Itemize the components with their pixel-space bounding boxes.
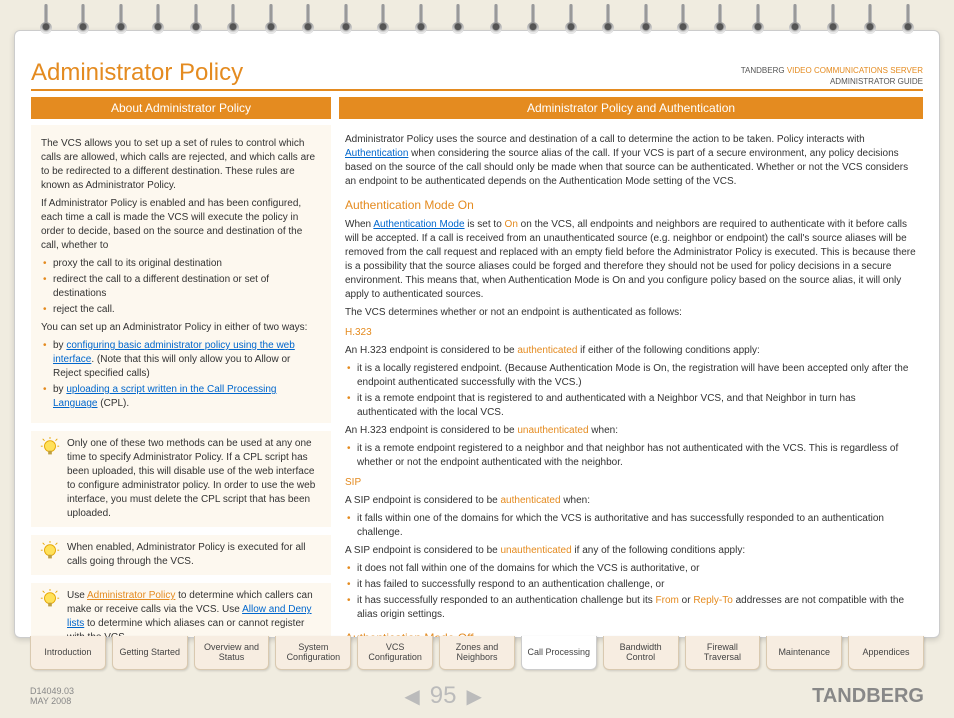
- spiral-binding: [40, 4, 914, 44]
- brand-logo: TANDBERG: [812, 685, 924, 708]
- nav-tabs: IntroductionGetting StartedOverview and …: [30, 636, 924, 670]
- doc-date: MAY 2008: [30, 696, 74, 706]
- tab-system-configuration[interactable]: System Configuration: [275, 636, 351, 670]
- tab-maintenance[interactable]: Maintenance: [766, 636, 842, 670]
- upload-cpl-link[interactable]: uploading a script written in the Call P…: [53, 384, 276, 409]
- lightbulb-icon: [39, 541, 61, 563]
- document-id: TANDBERG VIDEO COMMUNICATIONS SERVER ADM…: [741, 66, 923, 87]
- list-item: by uploading a script written in the Cal…: [53, 383, 321, 411]
- page-footer: D14049.03 MAY 2008 ◀ 95 ▶ TANDBERG: [30, 682, 924, 710]
- auth-mode-on-heading: Authentication Mode On: [345, 197, 917, 214]
- list-item: redirect the call to a different destina…: [53, 273, 321, 301]
- list-item: it is a locally registered endpoint. (Be…: [357, 362, 917, 390]
- list-item: it falls within one of the domains for w…: [357, 512, 917, 540]
- lightbulb-icon: [39, 437, 61, 459]
- list-item: it has failed to successfully respond to…: [357, 578, 917, 592]
- tab-appendices[interactable]: Appendices: [848, 636, 924, 670]
- tip-box: When enabled, Administrator Policy is ex…: [31, 535, 331, 575]
- tab-getting-started[interactable]: Getting Started: [112, 636, 188, 670]
- doc-number: D14049.03: [30, 686, 74, 696]
- list-item: it does not fall within one of the domai…: [357, 562, 917, 576]
- list-item: it is a remote endpoint registered to a …: [357, 442, 917, 470]
- list-item: it is a remote endpoint that is register…: [357, 392, 917, 420]
- left-section-heading: About Administrator Policy: [31, 97, 331, 119]
- tab-overview-and-status[interactable]: Overview and Status: [194, 636, 270, 670]
- list-item: proxy the call to its original destinati…: [53, 257, 321, 271]
- tab-zones-and-neighbors[interactable]: Zones and Neighbors: [439, 636, 515, 670]
- right-body: Administrator Policy uses the source and…: [339, 125, 923, 638]
- prev-page-arrow[interactable]: ◀: [404, 684, 419, 709]
- authentication-link[interactable]: Authentication: [345, 148, 408, 159]
- auth-mode-link[interactable]: Authentication Mode: [373, 219, 464, 230]
- lightbulb-icon: [39, 589, 61, 611]
- page-title: Administrator Policy: [31, 59, 243, 87]
- tip-box: Use Administrator Policy to determine wh…: [31, 583, 331, 638]
- page-content: Administrator Policy TANDBERG VIDEO COMM…: [14, 30, 940, 638]
- left-body: The VCS allows you to set up a set of ru…: [31, 125, 331, 423]
- right-section-heading: Administrator Policy and Authentication: [339, 97, 923, 119]
- h323-heading: H.323: [345, 326, 917, 340]
- tab-introduction[interactable]: Introduction: [30, 636, 106, 670]
- tab-bandwidth-control[interactable]: Bandwidth Control: [603, 636, 679, 670]
- list-item: by configuring basic administrator polic…: [53, 339, 321, 381]
- next-page-arrow[interactable]: ▶: [466, 684, 481, 709]
- list-item: it has successfully responded to an auth…: [357, 594, 917, 622]
- admin-policy-link[interactable]: Administrator Policy: [87, 590, 175, 601]
- tip-box: Only one of these two methods can be use…: [31, 431, 331, 527]
- page-number: 95: [430, 682, 457, 710]
- sip-heading: SIP: [345, 476, 917, 490]
- tab-vcs-configuration[interactable]: VCS Configuration: [357, 636, 433, 670]
- tab-firewall-traversal[interactable]: Firewall Traversal: [685, 636, 761, 670]
- list-item: reject the call.: [53, 303, 321, 317]
- tab-call-processing[interactable]: Call Processing: [521, 636, 597, 670]
